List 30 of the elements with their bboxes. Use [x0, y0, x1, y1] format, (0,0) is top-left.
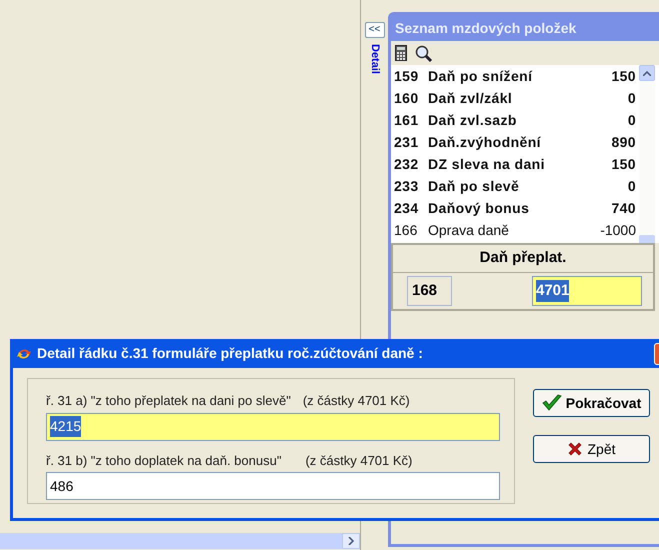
- value-field[interactable]: 4215: [46, 412, 500, 440]
- field-note: (z částky 4701 Kč): [305, 452, 412, 470]
- list-row[interactable]: 232 DZ sleva na dani 150: [391, 153, 639, 175]
- list-row[interactable]: 234 Daňový bonus 740: [391, 197, 639, 219]
- dialog-title: Detail řádku č.31 formuláře přeplatku roč.zúčtování daně :: [37, 344, 424, 363]
- cross-icon: [567, 441, 584, 457]
- list-row[interactable]: 233 Daň po slevě 0: [391, 175, 639, 197]
- horizontal-scrollbar[interactable]: [0, 533, 360, 549]
- list-row[interactable]: 166 Oprava daně -1000: [391, 219, 639, 241]
- checkmark-icon: [542, 394, 562, 412]
- field-label: ř. 31 b) "z toho doplatek na daň. bonusu": [46, 452, 282, 470]
- detail-tab[interactable]: Detail: [366, 44, 383, 74]
- continue-button[interactable]: Pokračovat: [533, 389, 650, 417]
- list-row[interactable]: 160 Daň zvl/zákl 0: [391, 87, 639, 109]
- code-field[interactable]: 168: [407, 276, 452, 306]
- back-button[interactable]: Zpět: [533, 435, 650, 463]
- calculator-icon[interactable]: [395, 45, 407, 61]
- vertical-scrollbar[interactable]: [639, 65, 655, 243]
- collapse-button[interactable]: <<: [364, 22, 384, 38]
- field-note: (z částky 4701 Kč): [302, 392, 410, 410]
- list-row[interactable]: 231 Daň.zvýhodnění 890: [391, 131, 639, 153]
- amount-field[interactable]: 4701: [532, 276, 642, 306]
- search-icon[interactable]: [415, 44, 433, 62]
- scroll-thumb[interactable]: [639, 235, 655, 243]
- detail-heading: Daň přeplat.: [393, 245, 653, 273]
- list-row[interactable]: 159 Daň po snížení 150: [391, 65, 639, 87]
- value-field[interactable]: 486: [46, 472, 500, 500]
- field-label: ř. 31 a) "z toho přeplatek na dani po slevě": [46, 392, 291, 410]
- panel-title: Seznam mzdových položek: [391, 15, 659, 41]
- list-row[interactable]: 161 Daň zvl.sazb 0: [391, 109, 639, 131]
